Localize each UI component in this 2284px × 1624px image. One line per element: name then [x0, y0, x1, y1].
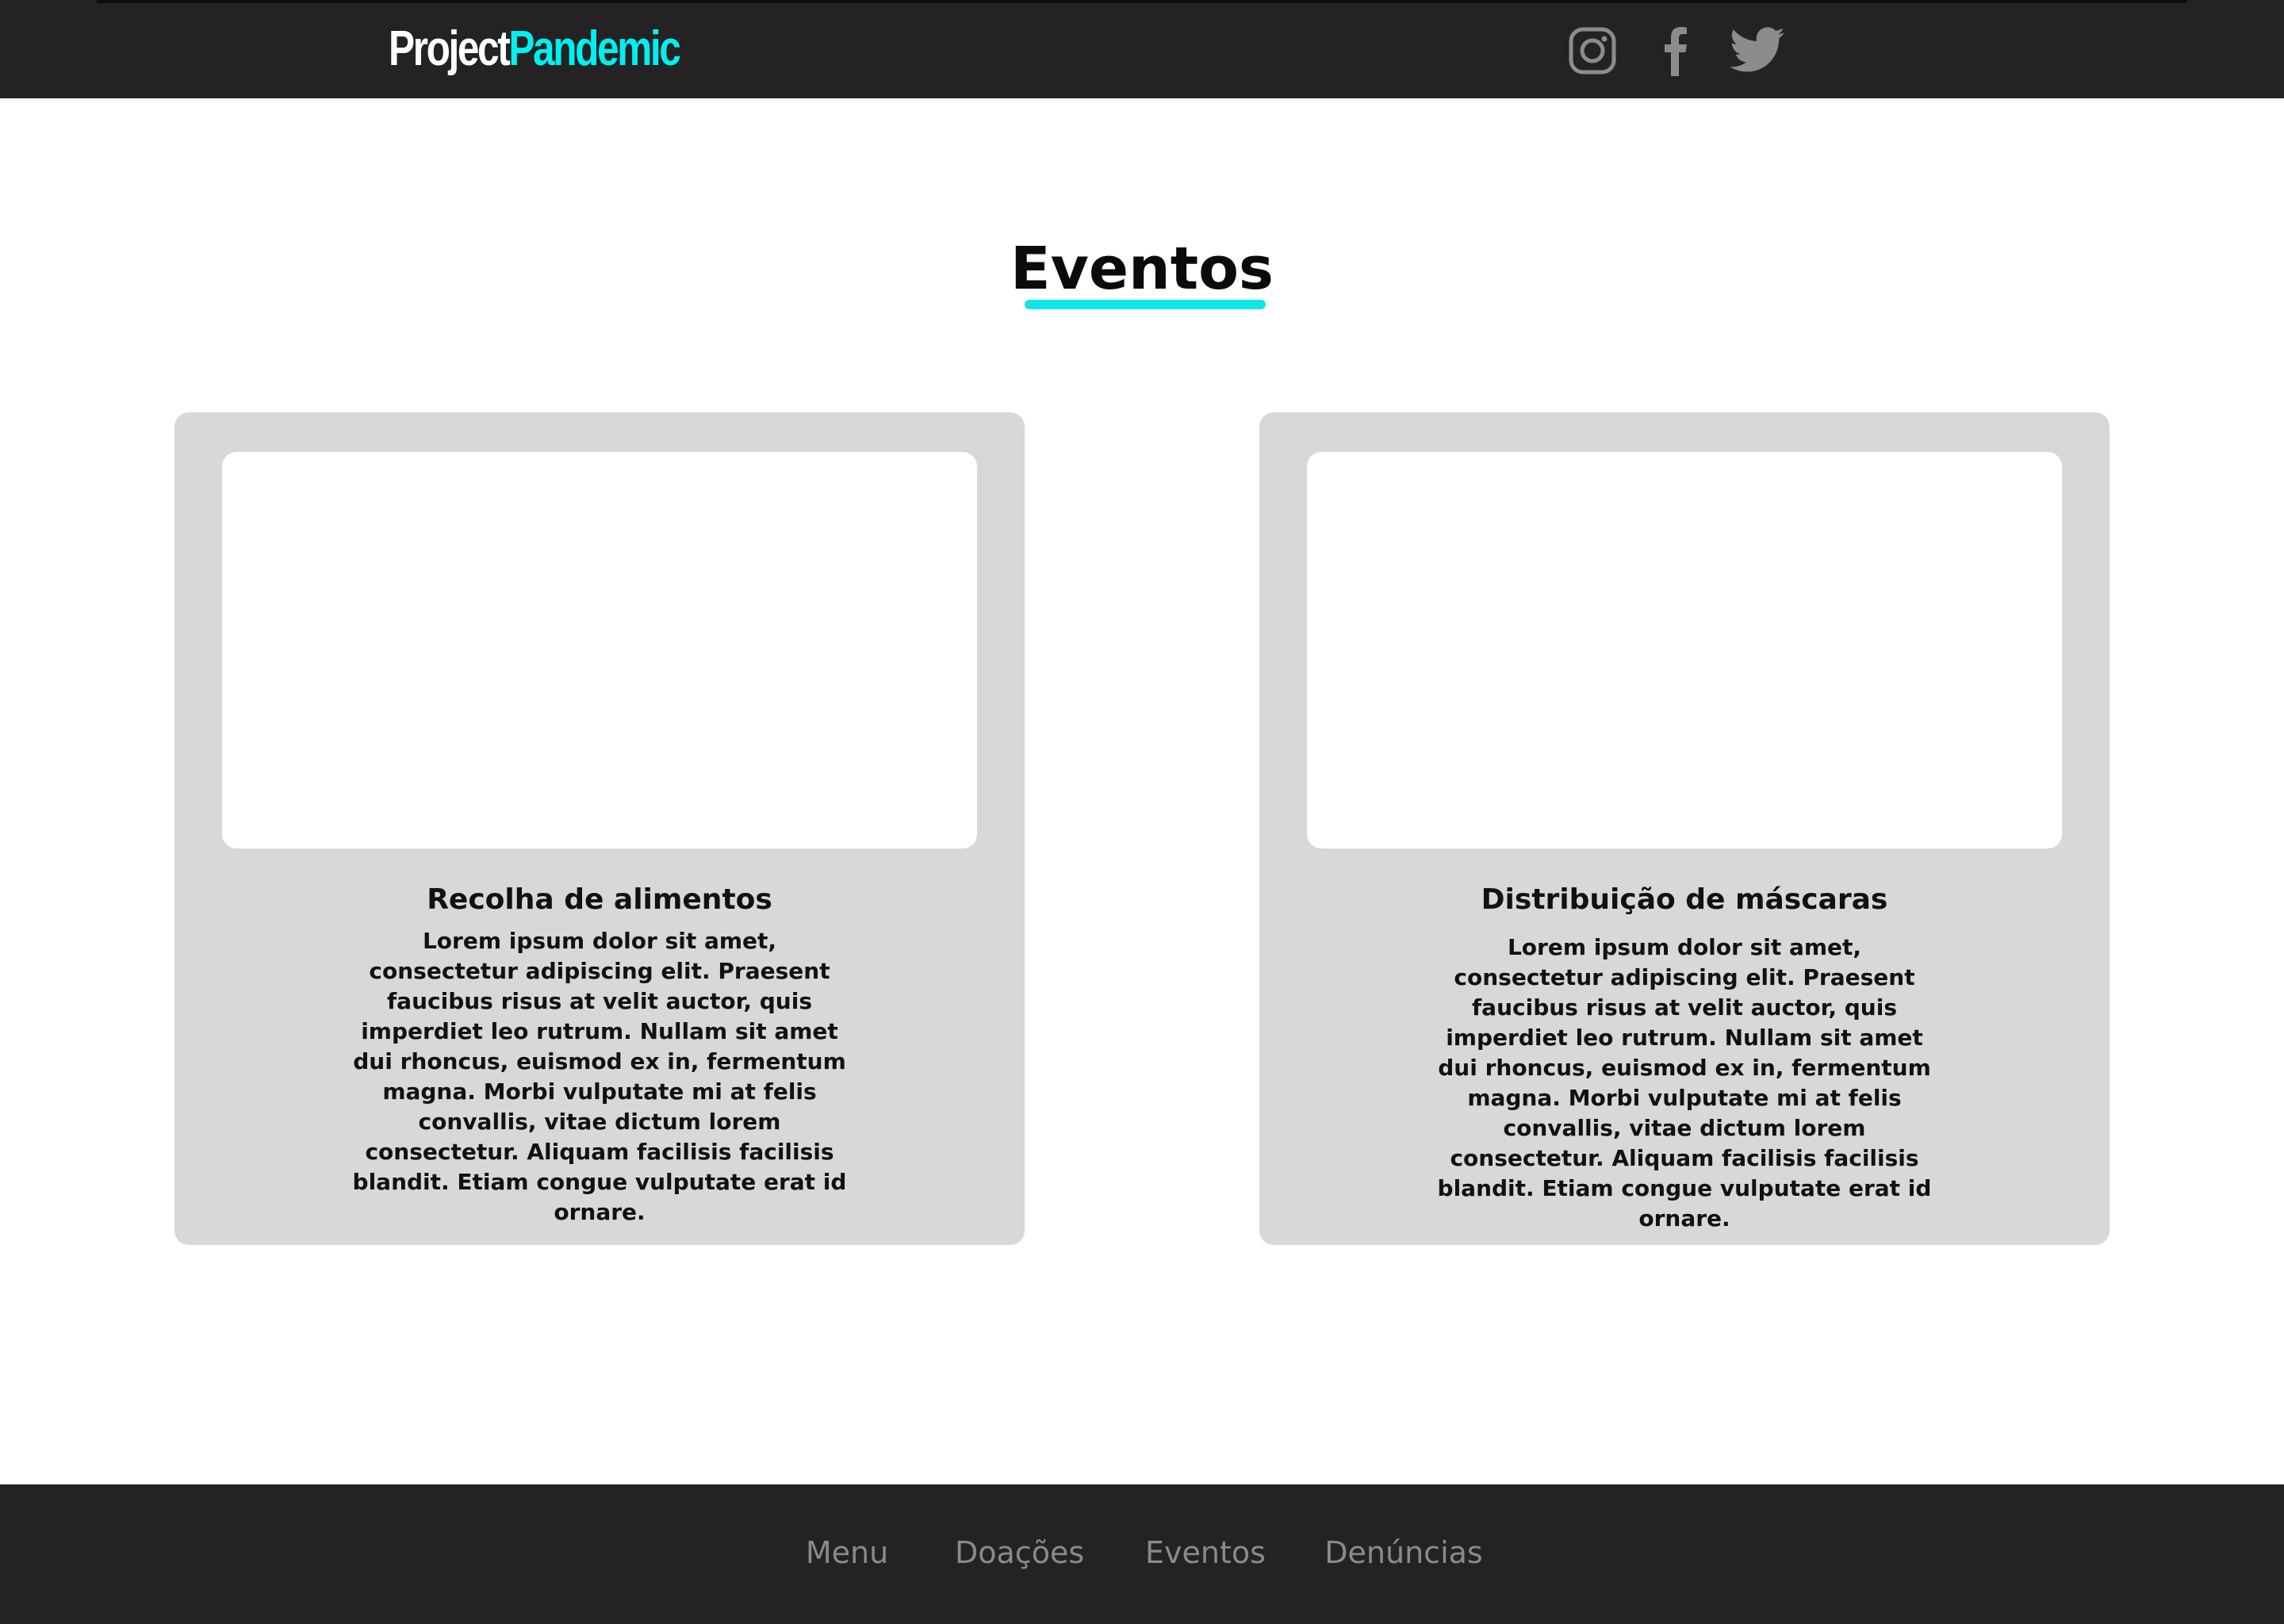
logo-word-pandemic: Pandemic [508, 21, 681, 76]
event-title: Distribuição de máscaras [1481, 883, 1888, 916]
event-description: Lorem ipsum dolor sit amet, consectetur … [352, 928, 847, 1225]
event-card: Recolha de alimentos Lorem ipsum dolor s… [174, 412, 1025, 1245]
event-card: Distribuição de máscaras Lorem ipsum dol… [1259, 412, 2110, 1245]
twitter-icon[interactable] [1729, 25, 1786, 76]
footer-link-doacoes[interactable]: Doações [955, 1529, 1084, 1576]
footer-link-denuncias[interactable]: Denúncias [1324, 1529, 1483, 1576]
event-image-placeholder [1307, 452, 2062, 848]
footer-link-menu[interactable]: Menu [793, 1529, 901, 1576]
navbar-top-border [97, 0, 2187, 3]
site-logo[interactable]: ProjectPandemic [389, 17, 681, 81]
instagram-icon[interactable] [1564, 25, 1621, 76]
title-underline [1025, 300, 1266, 309]
page-title: Eventos [1010, 235, 1274, 303]
top-navbar: ProjectPandemic [0, 0, 2284, 98]
facebook-icon[interactable] [1646, 25, 1703, 76]
event-image-placeholder [222, 452, 977, 848]
footer-nav: Menu Doações Eventos Denúncias [0, 1484, 2284, 1624]
footer-link-eventos[interactable]: Eventos [1139, 1529, 1272, 1576]
logo-word-project: Project [389, 21, 511, 76]
event-description: Lorem ipsum dolor sit amet, consectetur … [1437, 934, 1932, 1231]
event-title: Recolha de alimentos [427, 883, 772, 916]
